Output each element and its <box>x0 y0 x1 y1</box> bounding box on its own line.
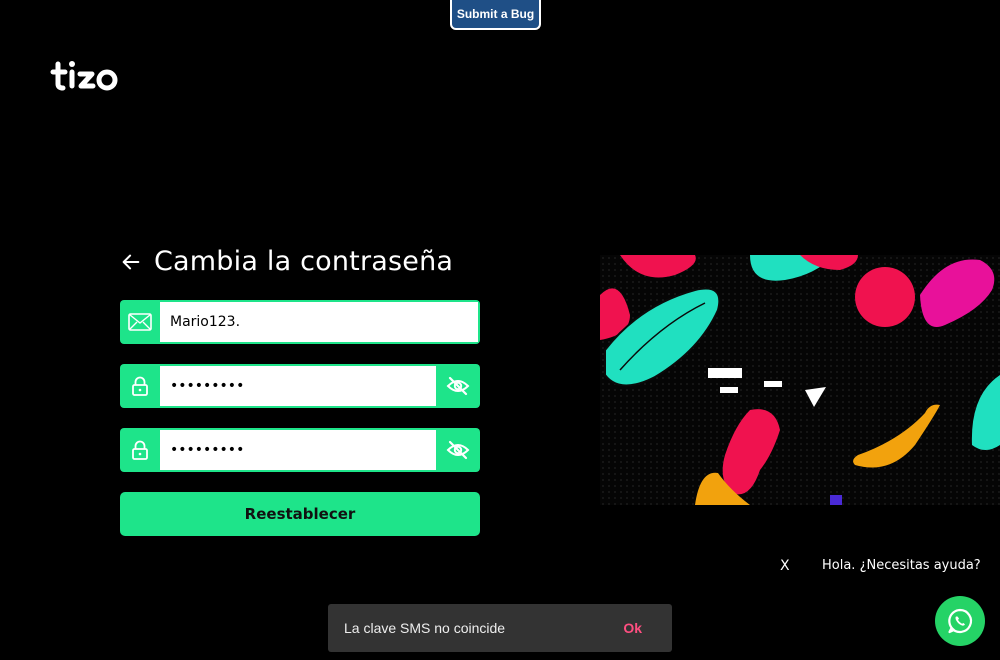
confirm-password-input[interactable]: ••••••••• <box>160 430 436 470</box>
email-input[interactable]: Mario123. <box>160 302 478 342</box>
confirm-password-field: ••••••••• <box>120 428 480 472</box>
eye-slash-icon[interactable] <box>436 364 480 408</box>
whatsapp-button[interactable] <box>935 596 985 646</box>
envelope-icon <box>120 300 160 344</box>
email-field: Mario123. <box>120 300 480 344</box>
page-title: Cambia la contraseña <box>154 246 454 277</box>
snackbar-message: La clave SMS no coincide <box>344 620 506 636</box>
lock-icon <box>120 428 160 472</box>
snackbar-ok-button[interactable]: Ok <box>623 620 642 636</box>
lock-icon <box>120 364 160 408</box>
chat-prompt[interactable]: Hola. ¿Necesitas ayuda? <box>822 558 981 573</box>
chat-close-button[interactable]: X <box>780 558 790 574</box>
reset-button[interactable]: Reestablecer <box>120 492 480 536</box>
password-field: ••••••••• <box>120 364 480 408</box>
tizo-logo <box>50 61 118 91</box>
back-arrow-icon[interactable] <box>120 251 142 273</box>
eye-slash-icon[interactable] <box>436 428 480 472</box>
password-input[interactable]: ••••••••• <box>160 366 436 406</box>
title-row: Cambia la contraseña <box>120 246 453 277</box>
submit-bug-button[interactable]: Submit a Bug <box>450 0 541 30</box>
snackbar: La clave SMS no coincide Ok <box>328 604 672 652</box>
whatsapp-icon <box>948 608 973 634</box>
decorative-illustration <box>600 255 1000 505</box>
